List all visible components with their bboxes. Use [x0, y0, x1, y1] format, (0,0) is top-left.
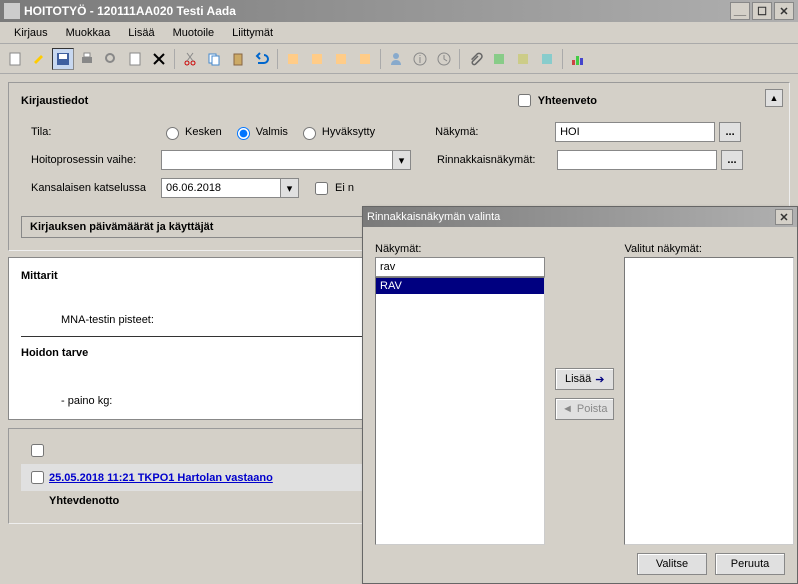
window-title: HOITOTYÖ - 120111AA020 Testi Aada [24, 4, 730, 18]
nakymat-search-input[interactable] [375, 257, 545, 277]
nakymat-listbox[interactable]: RAV [375, 277, 545, 545]
minimize-button[interactable]: __ [730, 2, 750, 20]
nakymä-input[interactable] [555, 122, 715, 142]
delete-icon[interactable] [148, 48, 170, 70]
print-icon[interactable] [76, 48, 98, 70]
tool-icon-2[interactable] [306, 48, 328, 70]
menu-lisaa[interactable]: Lisää [120, 25, 162, 41]
info-icon[interactable]: i [409, 48, 431, 70]
dialog-title: Rinnakkaisnäkymän valinta [367, 211, 775, 223]
arrow-right-icon: ➔ [595, 373, 604, 386]
hoidon-tarve-heading: Hoidon tarve [21, 347, 88, 359]
tool-icon-1[interactable] [282, 48, 304, 70]
tool-icon-3[interactable] [330, 48, 352, 70]
date-input[interactable] [161, 178, 281, 198]
menu-bar: Kirjaus Muokkaa Lisää Muotoile Liittymät [0, 22, 798, 44]
tila-hyvaksytty-radio[interactable] [303, 127, 316, 140]
arrow-left-icon: ◄ [562, 403, 573, 415]
mittarit-heading: Mittarit [21, 270, 58, 282]
valitut-listbox[interactable] [624, 257, 794, 545]
poista-button[interactable]: ◄Poista [555, 398, 614, 420]
maximize-button[interactable]: ☐ [752, 2, 772, 20]
nakymä-label: Näkymä: [435, 126, 555, 138]
hoitoprosessin-dropdown[interactable]: ▾ [393, 150, 411, 170]
edit-icon[interactable] [28, 48, 50, 70]
valitut-label: Valitut näkymät: [624, 243, 794, 255]
header-checkbox[interactable] [31, 444, 44, 457]
yhteenveto-label: Yhteenveto [538, 95, 597, 107]
tila-label: Tila: [31, 126, 161, 138]
row-checkbox[interactable] [31, 471, 44, 484]
menu-muokkaa[interactable]: Muokkaa [58, 25, 119, 41]
kansalaisen-label: Kansalaisen katselussa [31, 182, 161, 194]
svg-text:i: i [419, 54, 421, 66]
row-link[interactable]: 25.05.2018 11:21 TKPO1 Hartolan vastaano [49, 472, 273, 484]
copy-icon[interactable] [203, 48, 225, 70]
attach-icon[interactable] [464, 48, 486, 70]
tool-icon-6[interactable] [512, 48, 534, 70]
undo-icon[interactable] [251, 48, 273, 70]
toolbar: i [0, 44, 798, 74]
tool-icon-7[interactable] [536, 48, 558, 70]
listbox-item-rav[interactable]: RAV [376, 278, 544, 294]
nakymat-label: Näkymät: [375, 243, 545, 255]
preview-icon[interactable] [100, 48, 122, 70]
valitse-button[interactable]: Valitse [637, 553, 707, 575]
clock-icon[interactable] [433, 48, 455, 70]
tila-kesken-radio[interactable] [166, 127, 179, 140]
row-text: Yhtevdenotto [49, 495, 119, 507]
window-titlebar: HOITOTYÖ - 120111AA020 Testi Aada __ ☐ ✕ [0, 0, 798, 22]
chart-icon[interactable] [567, 48, 589, 70]
cut-icon[interactable] [179, 48, 201, 70]
menu-muotoile[interactable]: Muotoile [165, 25, 223, 41]
hoitoprosessin-label: Hoitoprosessin vaihe: [31, 154, 161, 166]
rinnakkaisnakymat-browse-button[interactable]: ... [721, 150, 743, 170]
ei-n-checkbox[interactable] [315, 182, 328, 195]
dialog-titlebar: Rinnakkaisnäkymän valinta ✕ [363, 207, 797, 227]
collapse-up-button[interactable]: ▲ [765, 89, 783, 107]
menu-kirjaus[interactable]: Kirjaus [6, 25, 56, 41]
save-icon[interactable] [52, 48, 74, 70]
rinnakkaisnakymat-input[interactable] [557, 150, 717, 170]
tila-valmis-radio[interactable] [237, 127, 250, 140]
new-icon[interactable] [4, 48, 26, 70]
tool-icon-4[interactable] [354, 48, 376, 70]
date-dropdown[interactable]: ▾ [281, 178, 299, 198]
yhteenveto-checkbox[interactable] [518, 94, 531, 107]
rinnakkaisnakymä-dialog: Rinnakkaisnäkymän valinta ✕ Näkymät: RAV… [362, 206, 798, 584]
nakymä-browse-button[interactable]: ... [719, 122, 741, 142]
peruuta-button[interactable]: Peruuta [715, 553, 785, 575]
rinnakkaisnakymat-label: Rinnakkaisnäkymät: [437, 154, 557, 166]
close-button[interactable]: ✕ [774, 2, 794, 20]
app-icon [4, 3, 20, 19]
person-icon[interactable] [385, 48, 407, 70]
menu-liittymat[interactable]: Liittymät [224, 25, 281, 41]
paste-icon[interactable] [227, 48, 249, 70]
kirjaustiedot-title: Kirjaustiedot [21, 95, 88, 107]
hoitoprosessin-input[interactable] [161, 150, 393, 170]
lisaa-button[interactable]: Lisää➔ [555, 368, 614, 390]
doc-icon[interactable] [124, 48, 146, 70]
tool-icon-5[interactable] [488, 48, 510, 70]
dialog-close-button[interactable]: ✕ [775, 209, 793, 225]
